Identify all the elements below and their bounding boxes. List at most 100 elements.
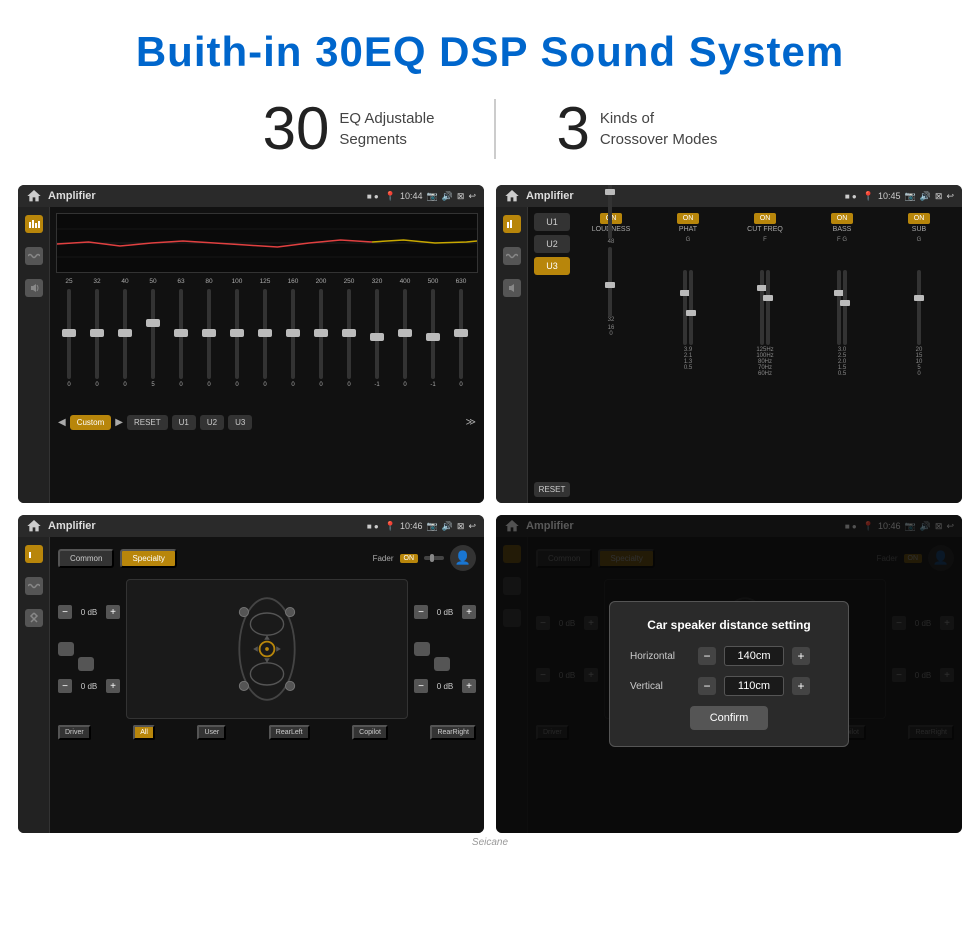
- eq-label-4: 63: [168, 278, 194, 285]
- screen1-icons: ■ ●: [367, 192, 379, 201]
- common-btn[interactable]: Common: [58, 549, 114, 568]
- car-svg: [222, 589, 312, 709]
- watermark: Seicane: [0, 837, 980, 848]
- sub-on[interactable]: ON: [908, 213, 931, 224]
- specialty-btn[interactable]: Specialty: [120, 549, 176, 568]
- eq-slider-6[interactable]: 0: [224, 289, 250, 409]
- eq-slider-2[interactable]: 0: [112, 289, 138, 409]
- user-btn[interactable]: User: [197, 725, 226, 740]
- phat-on[interactable]: ON: [677, 213, 700, 224]
- eq-icon[interactable]: [25, 215, 43, 233]
- db-control-br: − 0 dB +: [414, 679, 476, 693]
- eq-slider-3[interactable]: 5: [140, 289, 166, 409]
- spk-icon-tl: [58, 642, 74, 656]
- all-btn[interactable]: All: [133, 725, 155, 740]
- dialog-title: Car speaker distance setting: [630, 618, 828, 632]
- location-icon-2: 📍: [863, 191, 874, 202]
- crossover-presets: U1 U2 U3 RESET: [534, 213, 570, 497]
- driver-btn[interactable]: Driver: [58, 725, 91, 740]
- eq-slider-1[interactable]: 0: [84, 289, 110, 409]
- screen2-icons: ■ ●: [845, 192, 857, 201]
- eq-labels: 25 32 40 50 63 80 100 125 160 200 250 32…: [56, 278, 478, 285]
- wifi-icon-2: ⊠: [935, 191, 943, 202]
- eq-slider-8[interactable]: 0: [280, 289, 306, 409]
- screen1-main: 25 32 40 50 63 80 100 125 160 200 250 32…: [50, 207, 484, 503]
- horizontal-label: Horizontal: [630, 651, 690, 662]
- nav-next[interactable]: ▶: [115, 417, 123, 428]
- stats-row: 30 EQ Adjustable Segments 3 Kinds of Cro…: [0, 94, 980, 163]
- copilot-btn[interactable]: Copilot: [352, 725, 388, 740]
- rearleft-btn[interactable]: RearLeft: [269, 725, 310, 740]
- stat-eq: 30 EQ Adjustable Segments: [263, 94, 435, 163]
- wave-icon[interactable]: [25, 247, 43, 265]
- wave-icon-3[interactable]: [25, 577, 43, 595]
- eq-label-2: 40: [112, 278, 138, 285]
- wave-icon-2[interactable]: [503, 247, 521, 265]
- plus-btn-br[interactable]: +: [462, 679, 476, 693]
- plus-btn-bl[interactable]: +: [106, 679, 120, 693]
- minus-btn-br[interactable]: −: [414, 679, 428, 693]
- stat-crossover: 3 Kinds of Crossover Modes: [556, 94, 717, 163]
- screen-distance: Amplifier ■ ● 📍 10:46 📷 🔊 ⊠ ↩ Common: [496, 515, 962, 833]
- eq-slider-11[interactable]: -1: [364, 289, 390, 409]
- volume-icon-2: 🔊: [920, 191, 931, 202]
- vertical-minus[interactable]: −: [698, 677, 716, 695]
- eq-slider-5[interactable]: 0: [196, 289, 222, 409]
- eq-slider-4[interactable]: 0: [168, 289, 194, 409]
- minus-btn-tr[interactable]: −: [414, 605, 428, 619]
- eq-slider-12[interactable]: 0: [392, 289, 418, 409]
- eq-slider-14[interactable]: 0: [448, 289, 474, 409]
- camera-icon: 📷: [426, 191, 437, 202]
- vertical-plus[interactable]: +: [792, 677, 810, 695]
- eq-bottom-bar: ◀ Custom ▶ RESET U1 U2 U3 ≫: [56, 415, 478, 430]
- user-icon-btn[interactable]: 👤: [450, 545, 476, 571]
- spk-icon-tr: [414, 642, 430, 656]
- confirm-button[interactable]: Confirm: [690, 706, 769, 730]
- cutfreq-on[interactable]: ON: [754, 213, 777, 224]
- stat-divider: [494, 99, 496, 159]
- eq-custom-btn[interactable]: Custom: [70, 415, 112, 430]
- speaker-icon[interactable]: [25, 279, 43, 297]
- home-icon-3: [26, 518, 42, 534]
- fader-label: Fader: [373, 554, 394, 563]
- horizontal-row: Horizontal − 140cm +: [630, 646, 828, 666]
- bass-on[interactable]: ON: [831, 213, 854, 224]
- reset-btn[interactable]: RESET: [534, 482, 570, 497]
- eq-icon-3[interactable]: [25, 545, 43, 563]
- eq-label-7: 125: [252, 278, 278, 285]
- eq-slider-10[interactable]: 0: [336, 289, 362, 409]
- screen2-sidebar: [496, 207, 528, 503]
- eq-u3-btn[interactable]: U3: [228, 415, 252, 430]
- speaker-icon-2[interactable]: [503, 279, 521, 297]
- eq-u1-btn[interactable]: U1: [172, 415, 196, 430]
- rearright-btn[interactable]: RearRight: [430, 725, 476, 740]
- preset-u1[interactable]: U1: [534, 213, 570, 231]
- eq-reset-btn[interactable]: RESET: [127, 415, 168, 430]
- screen2-main: U1 U2 U3 RESET ON LOUDNESS 64: [528, 207, 962, 503]
- eq-slider-13[interactable]: -1: [420, 289, 446, 409]
- eq-desc: EQ Adjustable Segments: [339, 108, 434, 150]
- bluetooth-icon[interactable]: [25, 609, 43, 627]
- preset-u2[interactable]: U2: [534, 235, 570, 253]
- fader-on[interactable]: ON: [400, 554, 419, 563]
- spk-icon-br: [434, 657, 450, 671]
- horizontal-minus[interactable]: −: [698, 647, 716, 665]
- car-diagram: [126, 579, 408, 719]
- vertical-value: 110cm: [724, 676, 784, 696]
- screen1-sidebar: [18, 207, 50, 503]
- preset-u3[interactable]: U3: [534, 257, 570, 275]
- plus-btn-tl[interactable]: +: [106, 605, 120, 619]
- minus-btn-bl[interactable]: −: [58, 679, 72, 693]
- location-icon: 📍: [385, 191, 396, 202]
- eq-icon-2[interactable]: [503, 215, 521, 233]
- nav-prev[interactable]: ◀: [58, 417, 66, 428]
- minus-btn-tl[interactable]: −: [58, 605, 72, 619]
- plus-btn-tr[interactable]: +: [462, 605, 476, 619]
- eq-slider-7[interactable]: 0: [252, 289, 278, 409]
- eq-u2-btn[interactable]: U2: [200, 415, 224, 430]
- db-value-tl: 0 dB: [75, 608, 103, 617]
- screen-crossover: Amplifier ■ ● 📍 10:45 📷 🔊 ⊠ ↩: [496, 185, 962, 503]
- horizontal-plus[interactable]: +: [792, 647, 810, 665]
- eq-slider-9[interactable]: 0: [308, 289, 334, 409]
- eq-slider-0[interactable]: 0: [56, 289, 82, 409]
